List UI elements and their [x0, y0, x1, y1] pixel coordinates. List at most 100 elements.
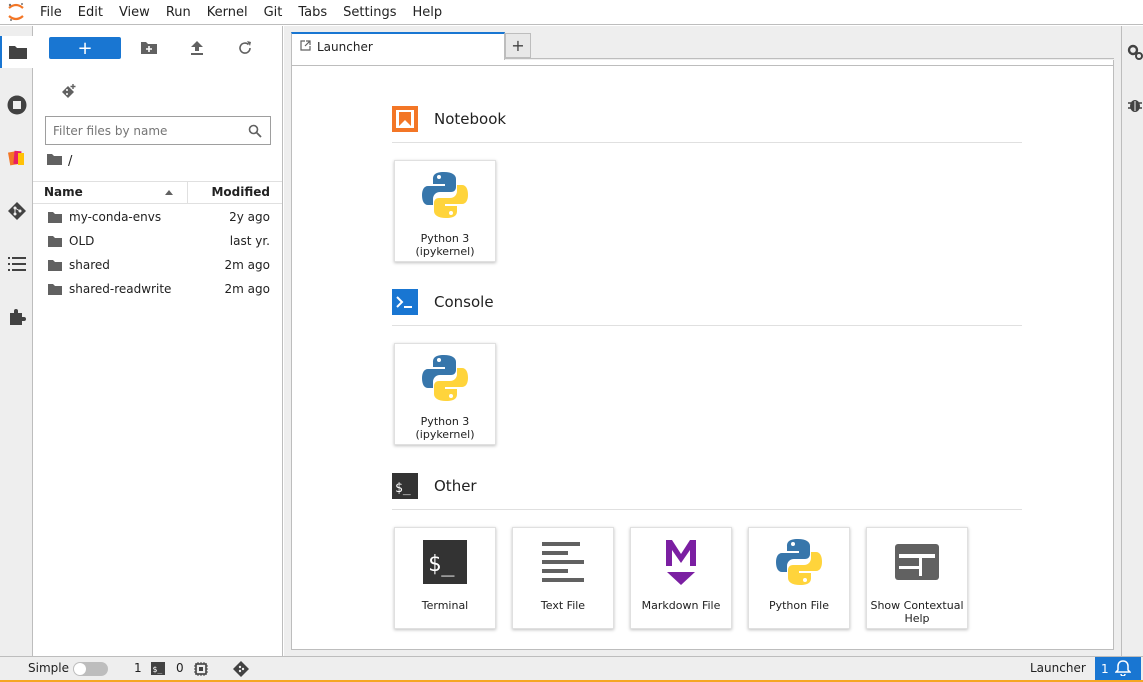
section-console: Console — [392, 287, 1022, 317]
card-label: Python File — [766, 599, 832, 612]
left-sidebar-tabs — [0, 26, 33, 656]
upload-icon[interactable] — [186, 38, 208, 58]
puzzle-icon[interactable] — [0, 301, 33, 333]
bell-icon — [1113, 659, 1132, 679]
card-label-line1: Markdown File — [641, 599, 721, 612]
debugger-icon[interactable] — [1125, 95, 1143, 115]
menu-file[interactable]: File — [32, 0, 70, 25]
tab-launcher[interactable]: Launcher — [291, 32, 505, 60]
menu-settings[interactable]: Settings — [335, 0, 404, 25]
menu-tabs[interactable]: Tabs — [290, 0, 335, 25]
file-list-header: Name Modified — [33, 181, 282, 204]
terminals-count[interactable]: 1 — [134, 661, 142, 675]
status-bar: Simple 1 $_ 0 Launcher 1 — [0, 656, 1143, 682]
new-launcher-button[interactable]: + — [49, 37, 121, 59]
menu-bar: File Edit View Run Kernel Git Tabs Setti… — [0, 0, 1143, 25]
terminal-section-icon: $_ — [392, 473, 418, 499]
kernel-chip-icon — [194, 662, 208, 679]
section-divider — [392, 142, 1022, 143]
python-logo-icon — [417, 351, 473, 405]
name-column-header[interactable]: Name — [33, 182, 188, 203]
name-header-label: Name — [44, 185, 83, 199]
jupyterlab-window: File Edit View Run Kernel Git Tabs Setti… — [0, 0, 1143, 682]
home-folder-icon[interactable] — [47, 153, 62, 169]
contextual-help-icon — [889, 535, 945, 589]
right-sidebar-tabs — [1121, 26, 1143, 656]
menu-help[interactable]: Help — [405, 0, 451, 25]
file-modified: 2m ago — [224, 258, 270, 272]
search-icon — [240, 118, 270, 144]
new-launcher-label: + — [77, 37, 93, 59]
file-name: OLD — [69, 234, 95, 248]
card-label-line1: Python File — [768, 599, 830, 612]
python-file-card[interactable]: Python File — [748, 527, 850, 629]
card-label: Terminal — [419, 599, 472, 612]
file-modified: last yr. — [229, 234, 270, 248]
svg-text:$_: $_ — [153, 665, 163, 674]
menu-run[interactable]: Run — [158, 0, 199, 25]
main-dock-area: Launcher + Notebook Python 3 (ipykernel)… — [284, 26, 1121, 656]
jupyter-logo-icon — [0, 0, 32, 25]
card-label-line2: (ipykernel) — [415, 428, 475, 441]
filter-files-input[interactable] — [46, 117, 240, 144]
console-python3-card[interactable]: Python 3 (ipykernel) — [394, 343, 496, 445]
launcher-tab-icon — [300, 40, 311, 54]
python-logo-icon — [417, 168, 473, 222]
terminal-icon: $_ — [417, 535, 473, 589]
toggle-knob — [74, 663, 86, 675]
file-row-shared-readwrite[interactable]: shared-readwrite 2m ago — [33, 277, 282, 301]
section-title: Other — [434, 477, 477, 495]
notebook-python3-card[interactable]: Python 3 (ipykernel) — [394, 160, 496, 262]
folder-icon[interactable] — [0, 36, 33, 68]
folder-icon — [33, 211, 69, 223]
filter-box — [45, 116, 271, 145]
card-label-line1: Python 3 — [420, 415, 470, 428]
launcher-divider — [292, 65, 1113, 66]
contextual-help-card[interactable]: Show Contextual Help — [866, 527, 968, 629]
add-tab-label: + — [511, 36, 525, 55]
menu-kernel[interactable]: Kernel — [199, 0, 256, 25]
file-name: my-conda-envs — [69, 210, 162, 224]
section-divider — [392, 325, 1022, 326]
kernels-count[interactable]: 0 — [176, 661, 184, 675]
card-label: Markdown File — [639, 599, 724, 612]
console-section-icon — [392, 289, 418, 315]
new-folder-icon[interactable] — [138, 38, 160, 58]
svg-text:$_: $_ — [428, 552, 455, 577]
menu-edit[interactable]: Edit — [70, 0, 111, 25]
section-notebook: Notebook — [392, 104, 1022, 134]
git-clone-icon[interactable] — [59, 82, 79, 102]
card-label-line2: Help — [904, 612, 930, 625]
file-row-old[interactable]: OLD last yr. — [33, 229, 282, 253]
running-icon[interactable] — [0, 89, 33, 121]
section-title: Notebook — [434, 110, 507, 128]
menu-git[interactable]: Git — [256, 0, 291, 25]
modified-header-label: Modified — [211, 185, 270, 199]
file-row-my-conda-envs[interactable]: my-conda-envs 2y ago — [33, 205, 282, 229]
section-title: Console — [434, 293, 494, 311]
text-file-card[interactable]: Text File — [512, 527, 614, 629]
file-modified: 2m ago — [224, 282, 270, 296]
modified-column-header[interactable]: Modified — [188, 182, 282, 203]
git-icon[interactable] — [0, 195, 33, 227]
terminal-card[interactable]: $_ Terminal — [394, 527, 496, 629]
breadcrumb: / — [47, 152, 72, 170]
git-status-icon[interactable] — [233, 661, 249, 680]
python-logo-icon — [771, 535, 827, 589]
card-label: Python 3 (ipykernel) — [412, 415, 477, 441]
menu-view[interactable]: View — [111, 0, 158, 25]
property-inspector-icon[interactable] — [1125, 42, 1143, 62]
markdown-file-card[interactable]: Markdown File — [630, 527, 732, 629]
refresh-icon[interactable] — [234, 38, 256, 58]
extension-manager-icon[interactable] — [0, 142, 33, 174]
card-label-line1: Python 3 — [420, 232, 470, 245]
file-list: my-conda-envs 2y ago OLD last yr. shared… — [33, 205, 282, 301]
breadcrumb-root[interactable]: / — [68, 154, 72, 169]
file-row-shared[interactable]: shared 2m ago — [33, 253, 282, 277]
tab-launcher-label: Launcher — [317, 40, 373, 54]
simple-mode-toggle[interactable] — [73, 662, 108, 676]
table-of-contents-icon[interactable] — [0, 248, 33, 280]
notification-button[interactable]: 1 — [1095, 657, 1141, 681]
card-label-line1: Show Contextual — [870, 599, 964, 612]
add-tab-button[interactable]: + — [505, 33, 531, 58]
